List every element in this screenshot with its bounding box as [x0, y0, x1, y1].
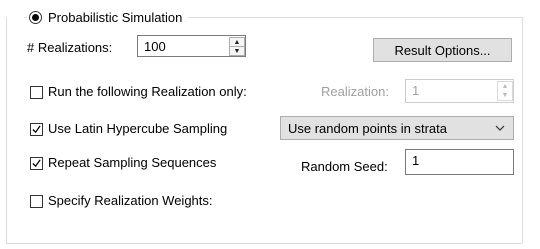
checkmark-icon: [32, 159, 41, 168]
sampling-mode-value: Use random points in strata: [288, 120, 447, 136]
random-seed-label: Random Seed:: [301, 159, 388, 174]
random-seed-field[interactable]: 1: [405, 149, 514, 175]
checkmark-icon: [32, 125, 41, 134]
realizations-label: # Realizations:: [27, 40, 113, 55]
chevron-down-icon: [495, 125, 505, 131]
realizations-stepper[interactable]: ▲ ▼: [229, 37, 245, 56]
realizations-value: 100: [144, 39, 166, 54]
sampling-mode-dropdown[interactable]: Use random points in strata: [280, 116, 514, 140]
radio-button[interactable]: [29, 10, 42, 24]
latin-hypercube-checkbox[interactable]: [30, 123, 43, 136]
result-options-button[interactable]: Result Options...: [373, 38, 512, 62]
down-arrow-icon[interactable]: ▼: [498, 91, 512, 100]
run-single-realization-label: Run the following Realization only:: [48, 84, 247, 99]
radio-selected-dot: [32, 13, 39, 21]
group-border-right: [522, 17, 523, 243]
up-arrow-icon[interactable]: ▲: [498, 82, 512, 91]
realization-value: 1: [412, 83, 420, 98]
down-arrow-icon[interactable]: ▼: [230, 46, 244, 55]
probabilistic-simulation-label: Probabilistic Simulation: [48, 9, 183, 25]
result-options-label: Result Options...: [394, 42, 491, 58]
realization-weights-label: Specify Realization Weights:: [48, 193, 213, 208]
up-arrow-icon[interactable]: ▲: [230, 38, 244, 46]
random-seed-value: 1: [412, 153, 420, 168]
group-border-bottom: [6, 243, 522, 244]
probabilistic-simulation-radio[interactable]: Probabilistic Simulation: [27, 7, 189, 27]
realization-stepper[interactable]: ▲ ▼: [497, 81, 513, 101]
repeat-sampling-label: Repeat Sampling Sequences: [48, 155, 217, 170]
repeat-sampling-checkbox[interactable]: [30, 157, 43, 170]
realization-label: Realization:: [321, 84, 389, 99]
latin-hypercube-label: Use Latin Hypercube Sampling: [48, 121, 228, 136]
group-border-left: [6, 17, 7, 243]
run-single-realization-checkbox[interactable]: [30, 86, 43, 99]
realization-weights-checkbox[interactable]: [30, 195, 43, 208]
